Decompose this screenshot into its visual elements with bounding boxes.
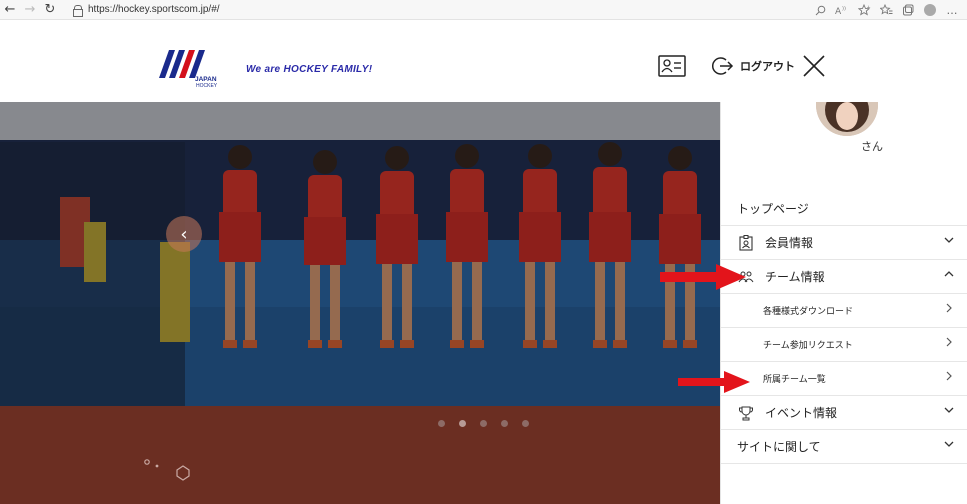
hero-dim-overlay [0,102,720,406]
svg-text:HOCKEY: HOCKEY [196,83,218,88]
submenu-item-team-join-request[interactable]: チーム参加リクエスト [721,328,967,362]
chevron-down-icon [944,440,954,451]
chevron-right-icon [946,371,952,384]
menu-item-label: サイトに関して [737,440,821,454]
svg-text:)): )) [842,6,846,12]
submenu-item-label: 各種様式ダウンロード [763,307,854,317]
browser-toolbar: ← → ↻ https://hockey.sportscom.jp/#/ A))… [0,0,967,20]
chevron-down-icon [944,406,954,417]
carousel-dot[interactable] [480,420,487,427]
profile-icon[interactable] [919,0,941,20]
more-icon[interactable]: … [941,0,963,20]
carousel-dots [438,420,529,427]
chevron-up-icon [944,270,954,281]
submenu-item-form-download[interactable]: 各種様式ダウンロード [721,294,967,328]
menu-item-team-info[interactable]: チーム情報 [721,260,967,294]
id-badge-icon [737,234,755,252]
chevron-right-icon [946,337,952,350]
carousel-dot[interactable] [501,420,508,427]
address-bar[interactable]: https://hockey.sportscom.jp/#/ [72,1,220,19]
read-aloud-icon[interactable]: A)) [831,0,853,20]
svg-text:JAPAN: JAPAN [195,76,217,83]
tagline: We are HOCKEY FAMILY! [246,64,373,75]
menu-item-event-info[interactable]: イベント情報 [721,396,967,430]
menu-item-about-site[interactable]: サイトに関して [721,430,967,464]
svg-text:A: A [835,7,842,16]
browser-actions: A)) + … [809,0,963,20]
nav-menu: トップページ 会員情報 チーム情報 各種様式ダウンロード チーム参加リクエスト … [721,192,967,464]
menu-item-top-page[interactable]: トップページ [721,192,967,226]
hero-caption-band [0,406,720,504]
collections-icon[interactable] [897,0,919,20]
logout-button[interactable]: ログアウト [712,54,795,78]
favorites-icon[interactable] [875,0,897,20]
hero-carousel: ‹ [0,102,720,406]
carousel-prev-button[interactable]: ‹ [166,216,202,252]
svg-text:+: + [866,5,870,11]
submenu-item-label: チーム参加リクエスト [763,341,853,351]
annotation-arrow-affiliated-teams [678,371,750,393]
carousel-dot[interactable] [438,420,445,427]
url-text: https://hockey.sportscom.jp/#/ [88,4,220,15]
user-name-suffix: さん [861,140,883,153]
favorites-add-icon[interactable]: + [853,0,875,20]
submenu-item-label: 所属チーム一覧 [763,375,826,385]
submenu-item-affiliated-teams[interactable]: 所属チーム一覧 [721,362,967,396]
menu-item-label: トップページ [737,202,809,216]
member-card-icon[interactable] [658,54,686,78]
back-arrow-icon[interactable]: ← [0,0,20,20]
menu-item-label: 会員情報 [765,236,814,250]
trophy-icon [737,404,755,422]
japan-hockey-logo[interactable]: JAPAN HOCKEY [159,48,231,89]
chevron-down-icon [944,236,954,247]
lock-icon [72,4,83,17]
side-menu: さん トップページ 会員情報 チーム情報 各種様式ダウンロード チーム参加リクエ… [720,102,967,504]
menu-item-member-info[interactable]: 会員情報 [721,226,967,260]
avatar[interactable] [816,102,878,136]
menu-item-label: チーム情報 [765,270,825,284]
chevron-right-icon [946,303,952,316]
carousel-dot[interactable] [522,420,529,427]
carousel-dot-active[interactable] [459,420,466,427]
logout-icon [712,57,734,75]
menu-item-label: イベント情報 [765,406,838,420]
logout-label: ログアウト [740,60,795,73]
annotation-arrow-team-info [660,264,746,290]
close-icon [803,55,825,77]
forward-arrow-icon[interactable]: → [20,0,40,20]
chevron-left-icon: ‹ [180,223,188,245]
close-menu-button[interactable] [800,52,828,80]
site-header: JAPAN HOCKEY We are HOCKEY FAMILY! ログアウト [0,20,967,102]
decorative-shapes [143,456,223,486]
reload-icon[interactable]: ↻ [40,0,60,20]
search-icon[interactable] [809,0,831,20]
